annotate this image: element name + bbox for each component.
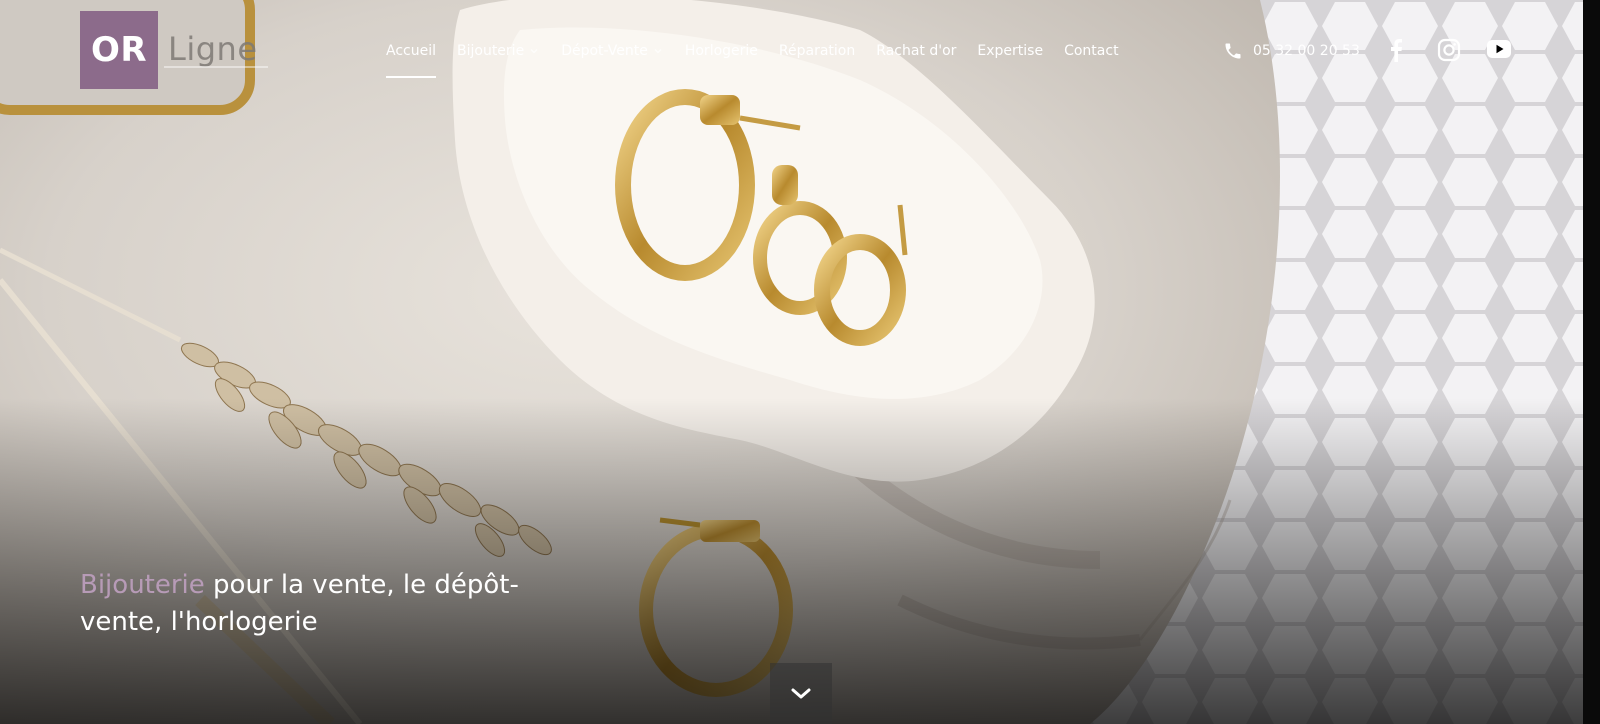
chevron-down-icon: [791, 688, 811, 699]
nav-item-rachat-dor[interactable]: Rachat d'or: [876, 43, 956, 59]
main-nav: Accueil Bijouterie Dépot-Vente Horlogeri…: [386, 43, 1140, 78]
nav-item-label: Dépot-Vente: [561, 43, 648, 59]
chevron-down-icon: [530, 49, 538, 54]
facebook-icon: [1391, 39, 1402, 62]
phone-link[interactable]: 05 32 00 20 53: [1223, 41, 1360, 61]
nav-item-contact[interactable]: Contact: [1064, 43, 1118, 59]
phone-icon: [1225, 43, 1241, 59]
hero-headline: Bijouterie pour la vente, le dépôt-vente…: [80, 567, 580, 641]
site-logo[interactable]: OR Ligne: [80, 11, 258, 89]
hero-section: OR Ligne Accueil Bijouterie Dépot-Vente …: [0, 0, 1600, 724]
nav-item-expertise[interactable]: Expertise: [977, 43, 1043, 59]
nav-item-label: Contact: [1064, 43, 1119, 59]
youtube-icon: [1487, 40, 1511, 58]
nav-item-label: Horlogerie: [684, 43, 758, 59]
logo-underline: [164, 66, 268, 68]
nav-item-reparation[interactable]: Réparation: [779, 43, 855, 59]
phone-number: 05 32 00 20 53: [1253, 43, 1360, 59]
nav-item-depot-vente[interactable]: Dépot-Vente: [561, 43, 664, 59]
logo-word: Ligne: [168, 30, 258, 68]
logo-mark: OR: [80, 11, 158, 89]
chevron-down-icon: [654, 49, 662, 54]
nav-item-horlogerie[interactable]: Horlogerie: [685, 43, 758, 59]
nav-item-accueil[interactable]: Accueil: [386, 43, 436, 78]
youtube-link[interactable]: [1487, 40, 1511, 58]
facebook-link[interactable]: [1389, 38, 1403, 62]
headline-accent: Bijouterie: [80, 570, 205, 600]
nav-item-label: Expertise: [977, 43, 1044, 59]
nav-item-label: Rachat d'or: [876, 43, 957, 59]
instagram-icon: [1437, 38, 1461, 62]
nav-item-label: Réparation: [778, 43, 856, 59]
nav-item-label: Bijouterie: [457, 43, 525, 59]
nav-item-label: Accueil: [386, 43, 436, 59]
scroll-down-button[interactable]: [770, 663, 832, 724]
nav-item-bijouterie[interactable]: Bijouterie: [457, 43, 540, 59]
instagram-link[interactable]: [1437, 38, 1461, 62]
